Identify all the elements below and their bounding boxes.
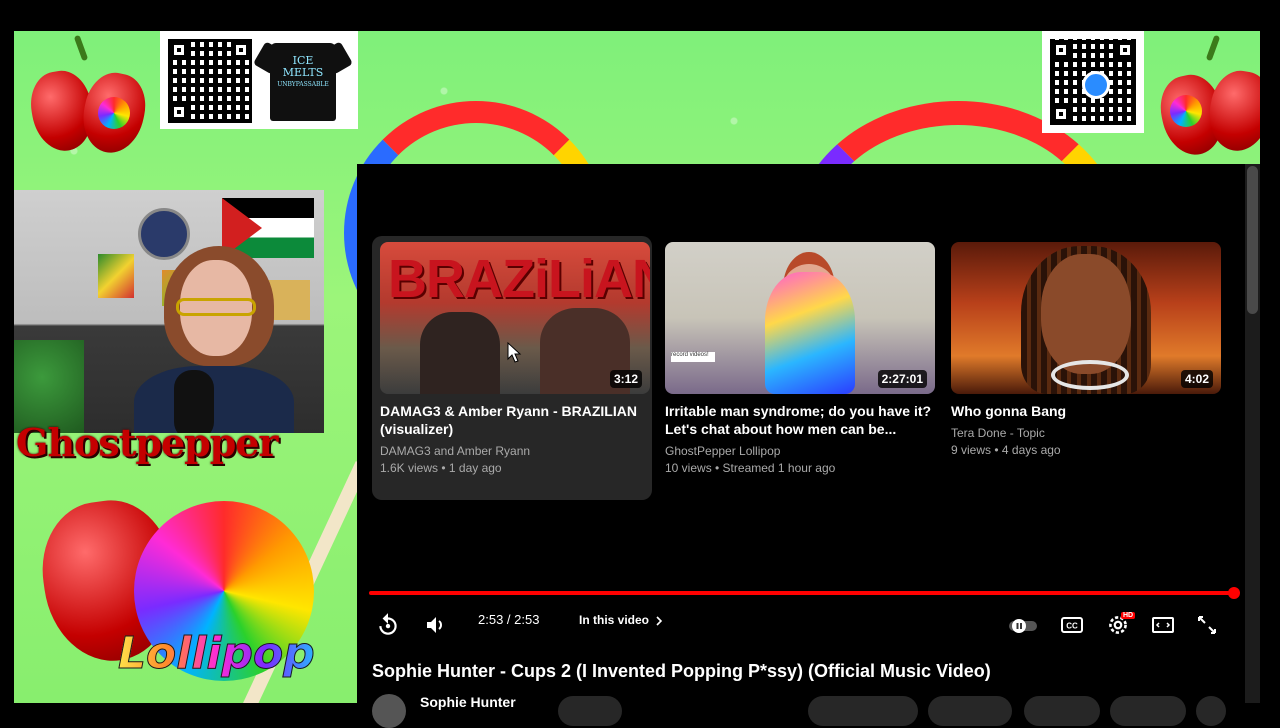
autoplay-toggle-icon xyxy=(1009,619,1037,633)
theater-icon xyxy=(1152,617,1174,633)
card-thumbnail[interactable]: BRAZiLiAN 3:12 xyxy=(380,242,650,394)
shirt-text-3: UNBYPASSABLE xyxy=(277,81,329,88)
endscreen-card-2[interactable]: record videos! 2:27:01 Irritable man syn… xyxy=(657,236,937,486)
shirt-text-2: MELTS xyxy=(282,66,324,79)
card-thumbnail[interactable]: record videos! 2:27:01 xyxy=(665,242,935,394)
hd-badge: HD xyxy=(1121,612,1136,619)
video-title: Sophie Hunter - Cups 2 (I Invented Poppi… xyxy=(372,661,991,681)
scrollbar-thumb[interactable] xyxy=(1247,166,1258,314)
avatar[interactable] xyxy=(372,694,406,728)
video-player[interactable]: BRAZiLiAN 3:12 DAMAG3 & Amber Ryann - BR… xyxy=(357,164,1245,728)
share-button[interactable] xyxy=(928,696,1012,726)
endscreen-card-3[interactable]: 4:02 Who gonna Bang Tera Done - Topic 9 … xyxy=(943,236,1223,486)
qr-code-right-panel xyxy=(1042,31,1144,133)
captions-button[interactable]: CC xyxy=(1060,610,1084,640)
fullscreen-button[interactable] xyxy=(1195,610,1219,640)
chevron-right-icon xyxy=(656,616,663,626)
time-display: 2:53 / 2:53 xyxy=(478,612,540,627)
replay-button[interactable] xyxy=(375,610,401,640)
cursor-icon xyxy=(507,342,522,363)
card-title[interactable]: Irritable man syndrome; do you have it? … xyxy=(665,402,935,438)
card-thumbnail[interactable]: 4:02 xyxy=(951,242,1221,394)
card-channel[interactable]: Tera Done - Topic xyxy=(951,425,1221,442)
card-meta: 10 views • Streamed 1 hour ago xyxy=(665,461,836,475)
merch-shirt-image: ICE MELTS UNBYPASSABLE xyxy=(252,33,354,123)
scrubber-handle[interactable] xyxy=(1228,587,1240,599)
duration-badge: 3:12 xyxy=(609,370,642,388)
webcam-feed xyxy=(14,190,324,433)
card-channel[interactable]: DAMAG3 and Amber Ryann xyxy=(380,443,650,460)
settings-button[interactable]: HD xyxy=(1105,610,1136,640)
more-button[interactable] xyxy=(1196,696,1226,726)
duration-badge: 2:27:01 xyxy=(877,370,927,388)
brand-lollipop: Lollipop xyxy=(118,628,316,680)
card-meta: 9 views • 4 days ago xyxy=(951,443,1061,457)
volume-button[interactable] xyxy=(424,610,448,640)
fullscreen-icon xyxy=(1198,616,1216,634)
subscribe-button[interactable] xyxy=(558,696,622,726)
autoplay-toggle[interactable] xyxy=(1007,610,1039,640)
duration-badge: 4:02 xyxy=(1180,370,1213,388)
theater-mode-button[interactable] xyxy=(1151,610,1175,640)
like-button[interactable] xyxy=(808,696,918,726)
captions-icon: CC xyxy=(1061,617,1083,633)
thumbnail-title-text: BRAZiLiAN xyxy=(388,249,650,309)
thumbnail-note: record videos! xyxy=(671,352,715,362)
channel-row: Sophie Hunter xyxy=(372,694,1232,728)
brand-ghostpepper: Ghostpepper xyxy=(16,420,278,465)
in-this-video-label: In this video xyxy=(579,613,650,627)
endscreen-card-1[interactable]: BRAZiLiAN 3:12 DAMAG3 & Amber Ryann - BR… xyxy=(372,236,652,500)
volume-icon xyxy=(427,617,442,633)
save-button[interactable] xyxy=(1110,696,1186,726)
card-channel[interactable]: GhostPepper Lollipop xyxy=(665,443,935,460)
card-title[interactable]: DAMAG3 & Amber Ryann - BRAZILIAN (visual… xyxy=(380,402,650,438)
replay-icon xyxy=(379,613,397,635)
scrollbar[interactable] xyxy=(1245,164,1260,703)
card-meta: 1.6K views • 1 day ago xyxy=(380,461,502,475)
card-title[interactable]: Who gonna Bang xyxy=(951,402,1221,420)
progress-bar[interactable] xyxy=(369,591,1235,595)
in-this-video-button[interactable]: In this video xyxy=(579,613,664,627)
channel-name[interactable]: Sophie Hunter xyxy=(420,694,516,710)
svg-text:CC: CC xyxy=(1066,622,1078,631)
download-button[interactable] xyxy=(1024,696,1100,726)
